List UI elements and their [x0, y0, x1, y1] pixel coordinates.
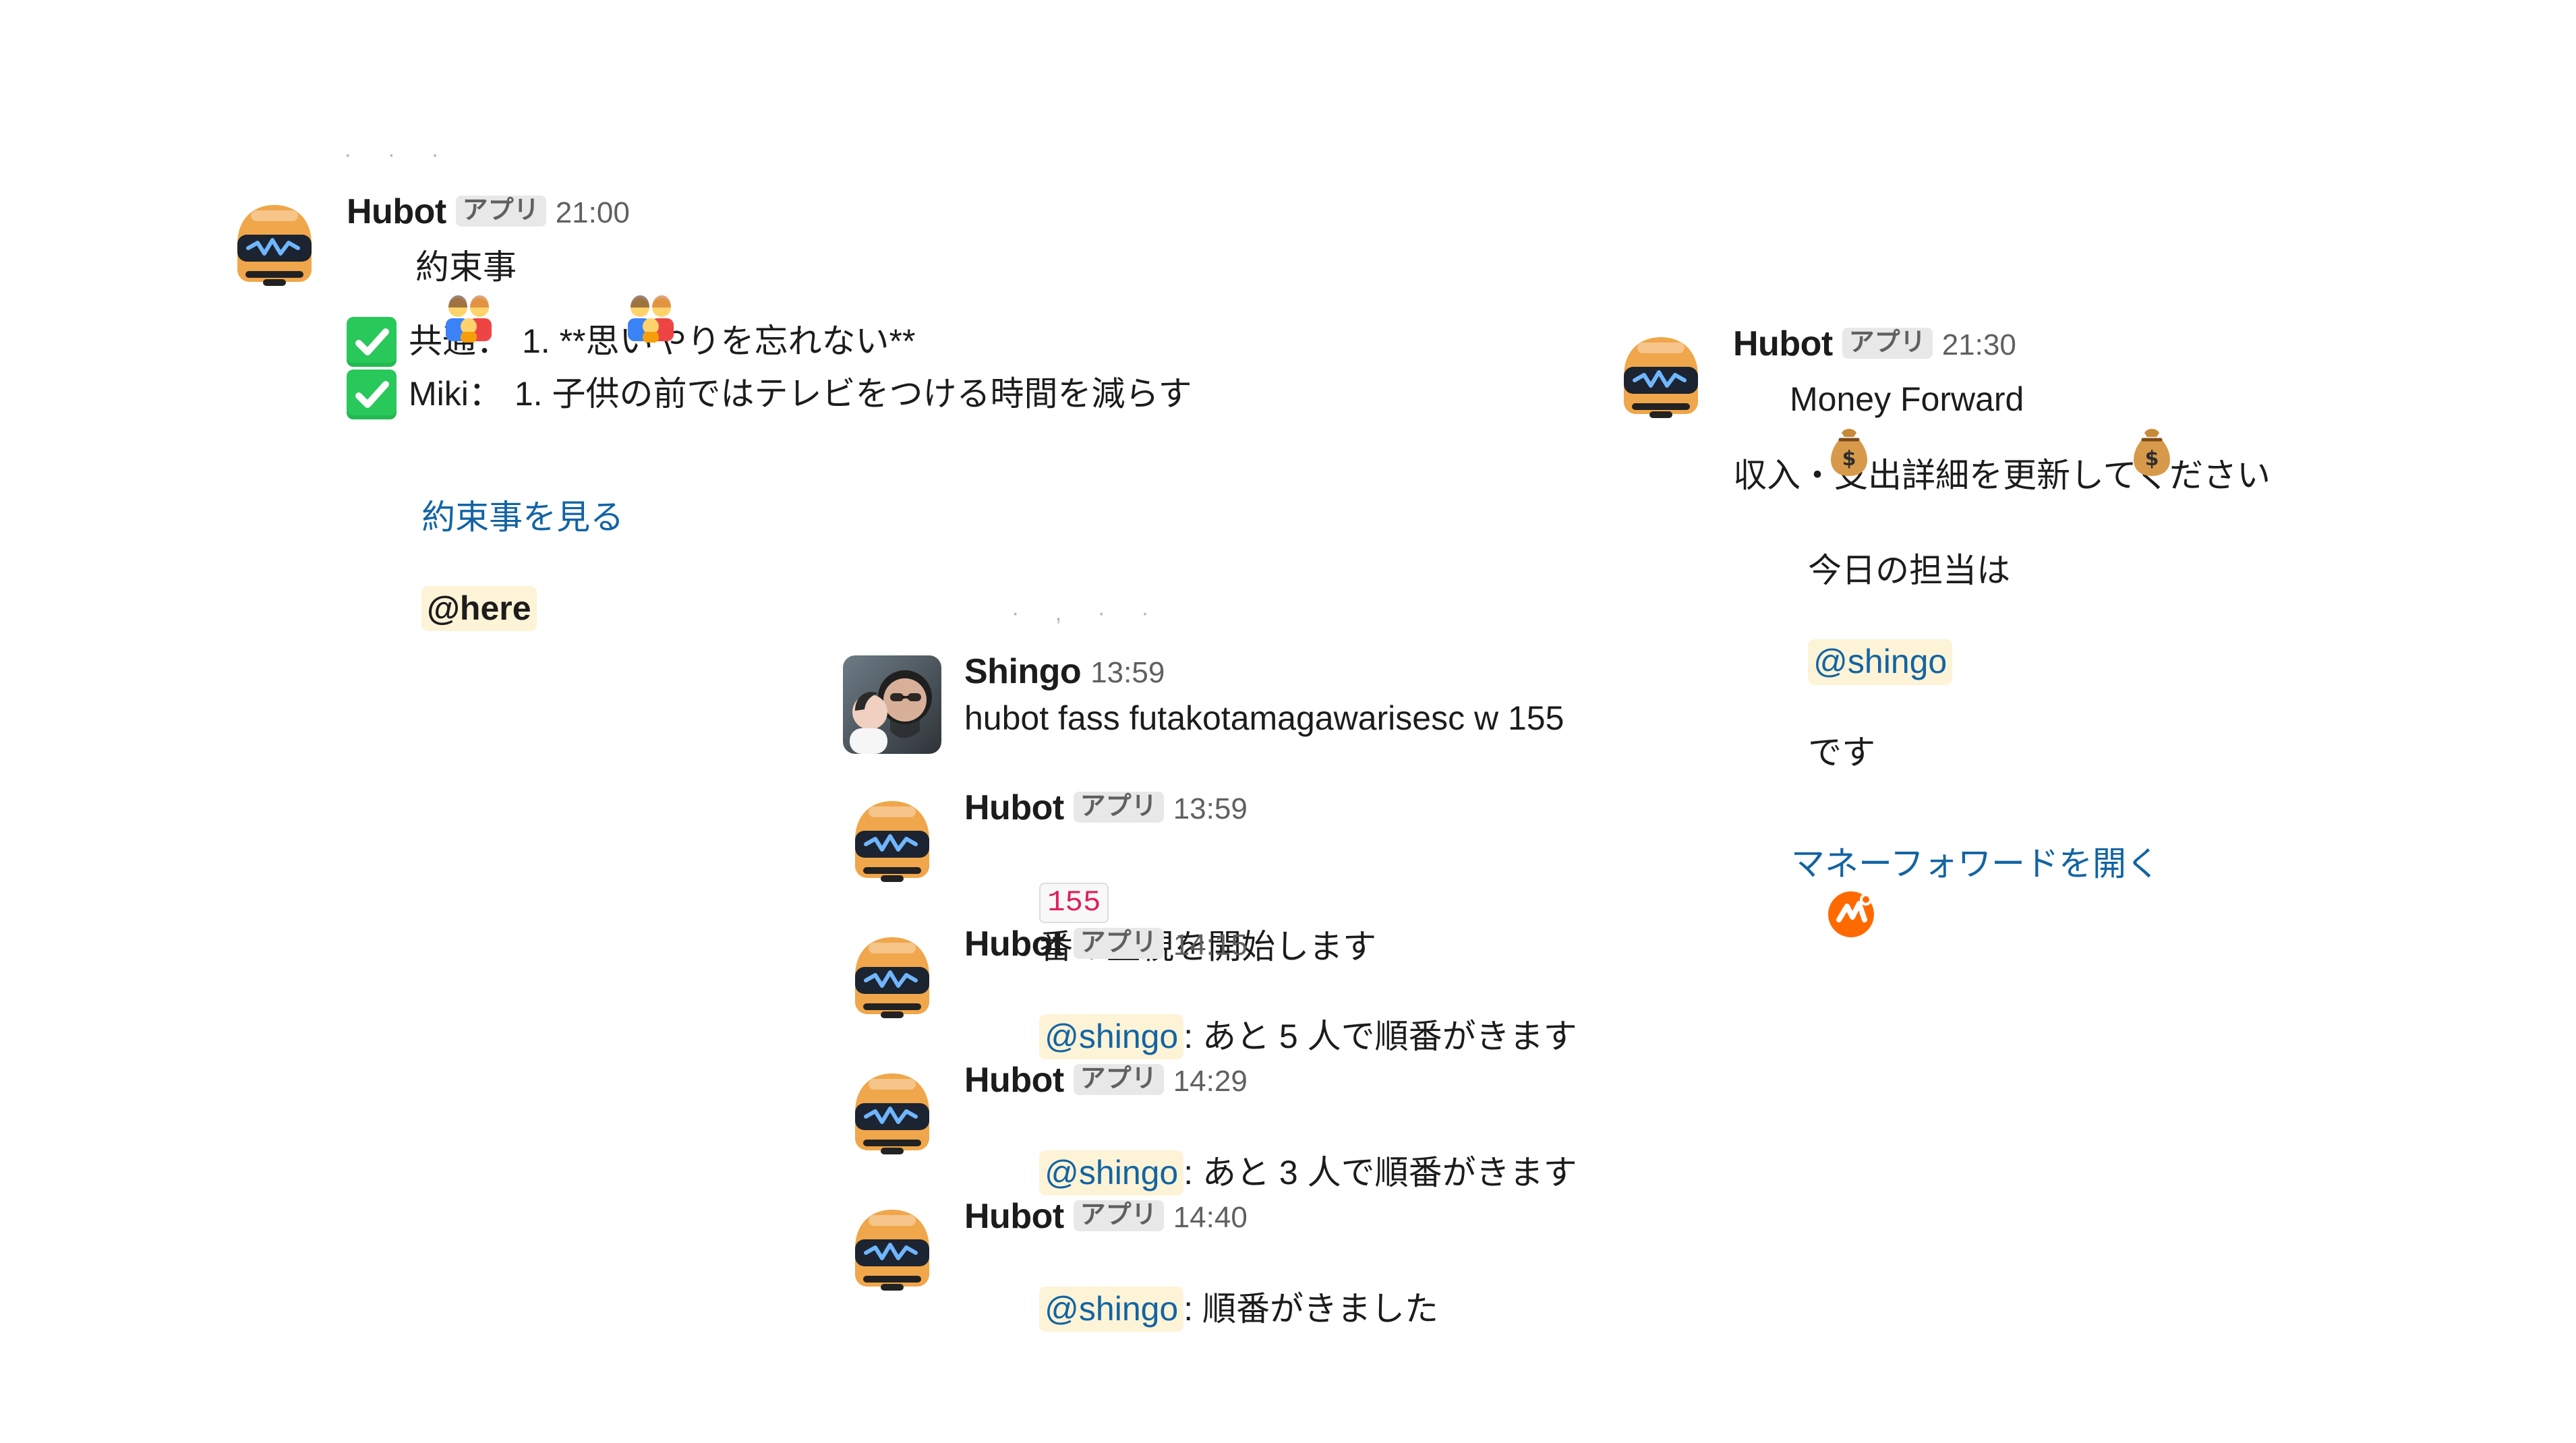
shingo-mention[interactable]: @shingo	[1039, 1286, 1184, 1332]
svg-text:$: $	[2145, 447, 2159, 471]
family-emoji-icon	[529, 247, 674, 343]
hubot-robot-avatar[interactable]	[1612, 328, 1710, 426]
sender-name[interactable]: Hubot	[964, 1063, 1064, 1098]
app-badge: アプリ	[1073, 1200, 1164, 1231]
message-time[interactable]: 14:29	[1173, 1067, 1248, 1096]
message-time[interactable]: 14:40	[1173, 1203, 1248, 1233]
message-header: Hubot アプリ 14:29	[964, 1063, 1577, 1098]
assignee-suffix: です	[1808, 734, 1876, 771]
message-content: Shingo 13:59 hubot fass futakotamagawari…	[964, 654, 1564, 742]
message-header: Shingo 13:59	[964, 654, 1564, 689]
message-header: Hubot アプリ 14:40	[964, 1199, 1438, 1234]
shingo-mention[interactable]: @shingo	[1808, 639, 1953, 685]
money-bag-icon: $	[1733, 379, 1867, 476]
sender-name[interactable]: Hubot	[1733, 326, 1833, 361]
message-time[interactable]: 13:59	[1173, 794, 1248, 824]
sender-name[interactable]: Shingo	[964, 654, 1082, 689]
app-badge: アプリ	[455, 196, 546, 227]
message-title-row: $ Money Forward $	[1733, 374, 2271, 476]
money-forward-line-2: 今日の担当は @shingo です	[1733, 503, 2271, 822]
decorative-dots: · · ·	[344, 142, 454, 167]
message-hubot-21-00: Hubot アプリ 21:00 約束事 共通： 1. **思いやりを忘れない**…	[225, 194, 1192, 677]
message-time[interactable]: 21:30	[1942, 330, 2016, 360]
assignee-prefix: 今日の担当は	[1808, 552, 2011, 589]
shingo-mention[interactable]: @shingo	[1039, 1013, 1184, 1059]
rule-text: 1. 子供の前ではテレビをつける時間を減らす	[514, 375, 1192, 413]
here-mention[interactable]: @here	[421, 585, 537, 631]
app-badge: アプリ	[1073, 1064, 1164, 1095]
message-time[interactable]: 14:15	[1173, 931, 1248, 960]
message-content: Hubot アプリ 21:00 約束事 共通： 1. **思いやりを忘れない**…	[347, 194, 1192, 677]
message-text-row: @shingo: 順番がきました	[964, 1241, 1438, 1378]
rule-label: Miki：	[409, 375, 502, 413]
shingo-avatar-photo	[843, 655, 941, 754]
check-mark-icon	[347, 317, 397, 367]
message-content: Hubot アプリ 21:30 $ Money Forward $ 収入・支出詳…	[1733, 326, 2271, 937]
shingo-photo-avatar[interactable]	[843, 655, 941, 754]
hubot-robot-icon	[1612, 328, 1710, 426]
message-title-row: 約束事	[347, 241, 1192, 343]
inline-code: 155	[1039, 882, 1109, 924]
hubot-robot-avatar[interactable]	[225, 196, 324, 294]
message-time[interactable]: 21:00	[556, 198, 630, 228]
hubot-robot-avatar[interactable]	[843, 928, 941, 1026]
family-emoji-icon	[347, 247, 492, 343]
message-content: Hubot アプリ 14:40 @shingo: 順番がきました	[964, 1199, 1438, 1378]
message-hubot-21-30: Hubot アプリ 21:30 $ Money Forward $ 収入・支出詳…	[1612, 326, 2271, 937]
message-title: Money Forward	[1790, 380, 2024, 419]
sender-name[interactable]: Hubot	[964, 926, 1064, 962]
sender-name[interactable]: Hubot	[964, 1199, 1064, 1234]
message-text: : 順番がきました	[1183, 1289, 1439, 1328]
message-title: 約束事	[415, 248, 517, 287]
hubot-robot-icon	[843, 1200, 941, 1299]
sender-name[interactable]: Hubot	[347, 194, 446, 229]
money-forward-logo-icon	[1733, 844, 1874, 937]
hubot-robot-icon	[225, 196, 324, 294]
rules-link[interactable]: 約束事を見る	[421, 498, 624, 536]
hubot-robot-avatar[interactable]	[843, 792, 941, 890]
message-text: hubot fass futakotamagawarisesc w 155	[964, 699, 1564, 737]
svg-text:$: $	[1842, 447, 1856, 471]
message-header: Hubot アプリ 13:59	[964, 790, 1376, 825]
message-shingo-13-59: Shingo 13:59 hubot fass futakotamagawari…	[843, 654, 1564, 754]
hubot-robot-icon	[843, 792, 941, 890]
message-header: Hubot アプリ 14:15	[964, 926, 1577, 962]
hubot-robot-avatar[interactable]	[843, 1200, 941, 1299]
app-badge: アプリ	[1842, 328, 1933, 359]
sender-name[interactable]: Hubot	[964, 790, 1064, 825]
message-time[interactable]: 13:59	[1090, 658, 1165, 688]
money-forward-link[interactable]: マネーフォワードを開く	[1791, 842, 2160, 887]
rule-row: Miki： 1. 子供の前ではテレビをつける時間を減らす	[347, 370, 1192, 419]
message-hubot-14-40: Hubot アプリ 14:40 @shingo: 順番がきました	[843, 1199, 1438, 1378]
rules-link-row: 約束事を見る @here	[347, 449, 1192, 677]
message-header: Hubot アプリ 21:30	[1733, 326, 2271, 361]
hubot-robot-icon	[843, 1064, 941, 1162]
shingo-mention[interactable]: @shingo	[1039, 1150, 1184, 1196]
hubot-robot-avatar[interactable]	[843, 1064, 941, 1162]
check-mark-icon	[347, 370, 397, 419]
money-forward-link-row: マネーフォワードを開く	[1733, 840, 2271, 937]
screenshot-canvas: · · · · , · · Hubot アプリ 21:00 約束事 共通： 1.…	[0, 0, 2576, 1443]
money-bag-icon: $	[2036, 379, 2171, 476]
hubot-robot-icon	[843, 928, 941, 1026]
app-badge: アプリ	[1073, 928, 1164, 959]
message-text: : あと 5 人で順番がきます	[1183, 1017, 1577, 1055]
message-header: Hubot アプリ 21:00	[347, 194, 1192, 229]
app-badge: アプリ	[1073, 792, 1164, 823]
message-text: : あと 3 人で順番がきます	[1183, 1153, 1577, 1191]
